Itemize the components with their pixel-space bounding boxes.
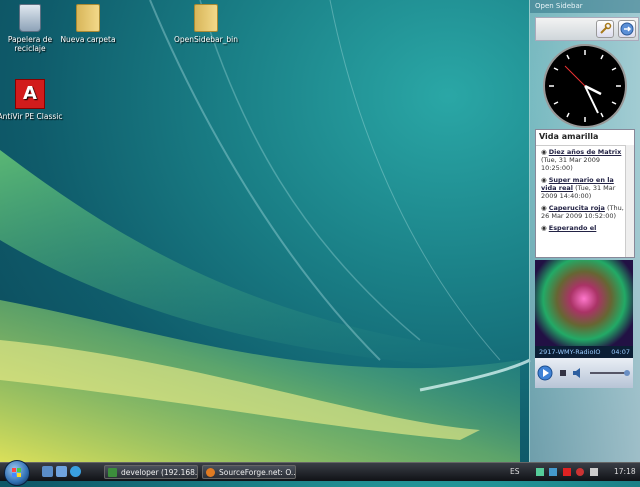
task-label: developer (192.168... — [121, 468, 198, 477]
avira-umbrella-icon[interactable] — [576, 468, 585, 476]
feed-item[interactable]: ◉ Diez años de Matrix (Tue, 31 Mar 2009 … — [536, 145, 626, 173]
desktop-icon-label: Papelera de reciclaje — [7, 35, 53, 53]
media-controls-icons — [537, 365, 630, 381]
taskbar: developer (192.168... SourceForge.net: O… — [0, 460, 640, 486]
clock-gadget — [543, 44, 627, 128]
station-name: 2917-WMY-RadioIO — [539, 348, 601, 356]
sidebar-tray-icon[interactable] — [549, 468, 558, 476]
desktop-icon-label: OpenSidebar_bin — [173, 35, 239, 44]
antivir-icon — [15, 79, 45, 109]
taskbar-item-developer[interactable]: developer (192.168... — [104, 465, 198, 479]
recycle-bin-icon — [19, 4, 41, 32]
system-tray — [536, 463, 606, 481]
volume-icon[interactable] — [589, 468, 598, 476]
clock-face-icon — [549, 50, 621, 122]
bullet-icon: ◉ — [541, 148, 547, 156]
feed-item-date: (Tue, 31 Mar 2009 10:25:00) — [541, 156, 600, 172]
playback-time: 04:07 — [611, 348, 630, 356]
media-controls — [535, 358, 633, 388]
media-player-gadget: 2917-WMY-RadioIO 04:07 — [535, 260, 633, 388]
antivir-tray-icon[interactable] — [562, 468, 571, 476]
taskbar-clock[interactable]: 17:18 — [614, 463, 636, 481]
arrow-circle-icon — [620, 22, 634, 36]
feed-item[interactable]: ◉ Caperucita roja (Thu, 26 Mar 2009 10:5… — [536, 201, 626, 221]
feed-item-link[interactable]: Esperando el — [549, 224, 597, 232]
show-desktop-icon[interactable] — [42, 466, 53, 477]
sidebar-toolbar — [535, 17, 639, 41]
wrench-icon — [600, 22, 612, 34]
sidebar-navigate-button[interactable] — [618, 20, 636, 38]
bullet-icon: ◉ — [541, 176, 547, 184]
internet-explorer-icon[interactable] — [70, 466, 81, 477]
rss-feed-gadget: Vida amarilla ◉ Diez años de Matrix (Tue… — [535, 129, 635, 258]
sidebar-title: Open Sidebar — [530, 0, 640, 13]
feed-title: Vida amarilla — [536, 130, 634, 146]
folder-icon — [194, 4, 218, 32]
folder-icon — [76, 4, 100, 32]
taskbar-item-sourceforge[interactable]: SourceForge.net: O... — [202, 465, 296, 479]
feed-item-link[interactable]: Diez años de Matrix — [549, 148, 622, 156]
language-indicator[interactable]: ES — [510, 463, 520, 481]
sidebar-tools-button[interactable] — [596, 20, 614, 38]
feed-item-link[interactable]: Caperucita roja — [549, 204, 605, 212]
desktop-icon-label: Nueva carpeta — [60, 35, 116, 44]
feed-item[interactable]: ◉ Super mario en la vida real (Tue, 31 M… — [536, 173, 626, 201]
switch-windows-icon[interactable] — [56, 466, 67, 477]
terminal-icon — [108, 468, 117, 477]
firefox-icon — [206, 468, 215, 477]
feed-item[interactable]: ◉ Esperando el — [536, 221, 626, 233]
feed-scrollbar[interactable] — [625, 145, 634, 257]
visualizer-image — [535, 260, 633, 346]
desktop-icon-opensidebar-bin[interactable]: OpenSidebar_bin — [171, 4, 241, 44]
desktop-icon-antivir[interactable]: AntiVir PE Classic — [0, 79, 65, 121]
desktop-icon-label: AntiVir PE Classic — [0, 112, 63, 121]
bullet-icon: ◉ — [541, 204, 547, 212]
feed-list: ◉ Diez años de Matrix (Tue, 31 Mar 2009 … — [536, 145, 626, 233]
network-icon[interactable] — [536, 468, 544, 476]
windows-logo-icon — [12, 468, 21, 477]
bullet-icon: ◉ — [541, 224, 547, 232]
desktop-icon-new-folder[interactable]: Nueva carpeta — [53, 4, 123, 44]
media-info-bar: 2917-WMY-RadioIO 04:07 — [535, 346, 633, 358]
start-button[interactable] — [4, 460, 30, 486]
task-label: SourceForge.net: O... — [219, 468, 296, 477]
